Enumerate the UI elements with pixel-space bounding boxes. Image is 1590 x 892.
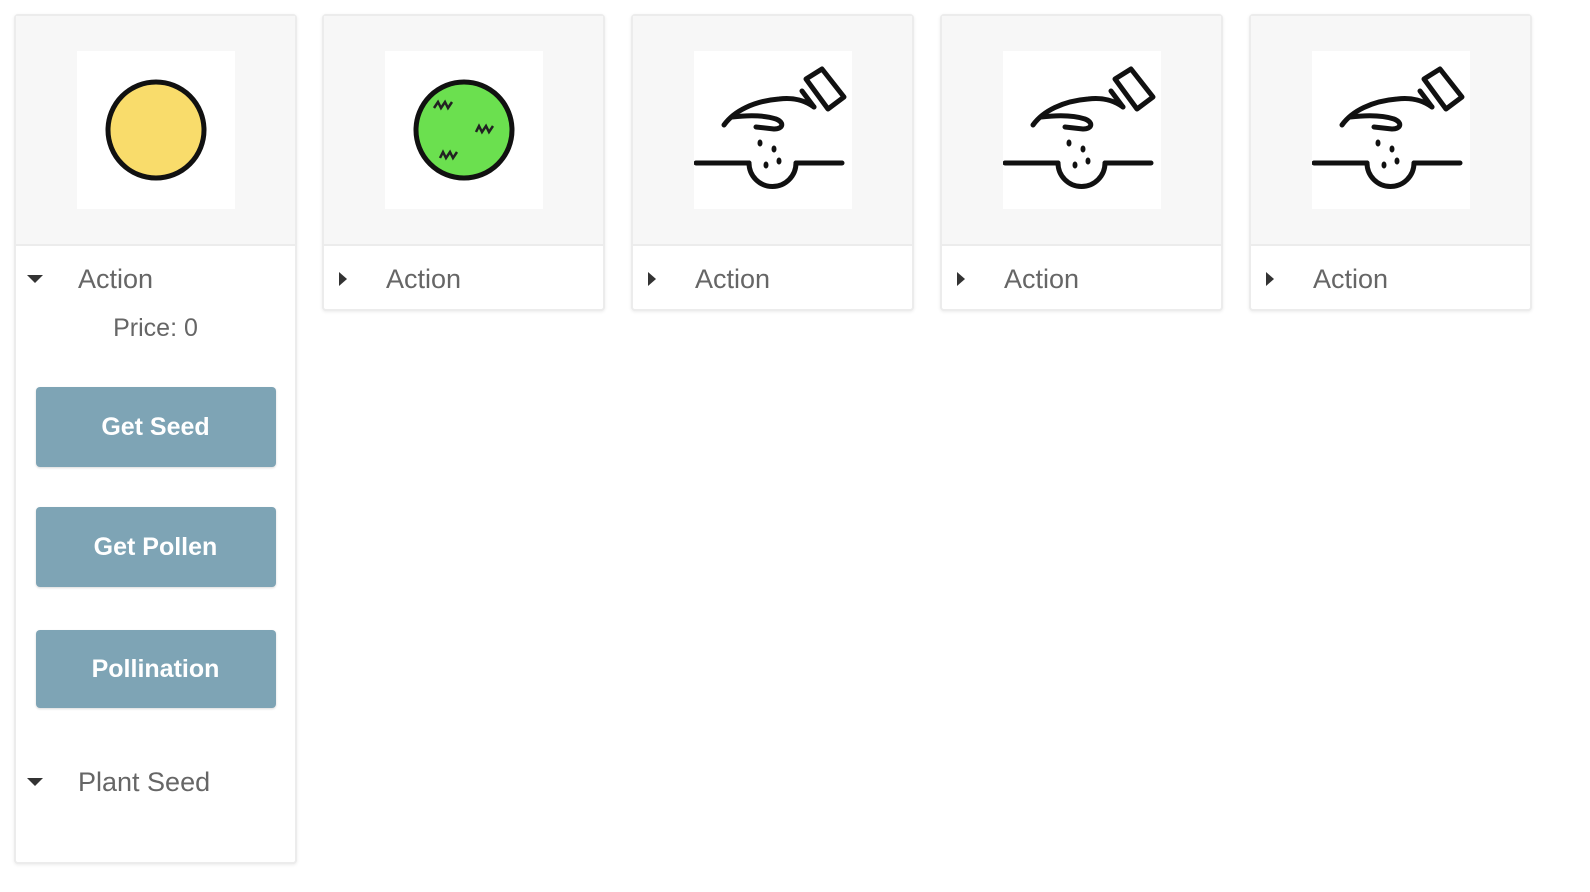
chevron-right-icon (645, 272, 659, 286)
seed-icon (105, 79, 206, 181)
icon-container (384, 51, 543, 209)
pollination-button[interactable]: Pollination (35, 630, 276, 708)
price-text: Price: 0 (113, 314, 198, 342)
get-seed-button[interactable]: Get Seed (35, 387, 276, 467)
icon-container (76, 51, 235, 209)
seed-card: Action Price: 0 Get Seed Get Pollen Poll… (14, 14, 297, 864)
action-summary[interactable]: Action (942, 246, 1221, 312)
card-image (324, 16, 603, 246)
chevron-right-icon (336, 272, 350, 286)
planting-hand-icon (693, 66, 846, 189)
card-image (16, 16, 295, 246)
action-summary[interactable]: Action (324, 246, 603, 312)
action-summary-label: Action (1004, 263, 1080, 294)
action-summary-label: Action (386, 263, 462, 294)
chevron-right-icon (954, 272, 968, 286)
planting-card: Action (1249, 14, 1532, 311)
action-summary-label: Action (78, 263, 154, 294)
planting-hand-icon (1311, 66, 1464, 189)
planting-card: Action (631, 14, 914, 311)
chevron-right-icon (1263, 272, 1277, 286)
action-summary[interactable]: Action (1251, 246, 1530, 312)
card-image (1251, 16, 1530, 246)
planting-card: Action (940, 14, 1223, 311)
chevron-down-icon (27, 775, 43, 789)
icon-container (693, 51, 852, 209)
action-summary[interactable]: Action (633, 246, 912, 312)
icon-container (1002, 51, 1161, 209)
action-summary-label: Action (1313, 263, 1389, 294)
action-summary-label: Action (695, 263, 771, 294)
planting-hand-icon (1002, 66, 1155, 189)
card-image (942, 16, 1221, 246)
action-summary[interactable]: Action (16, 246, 295, 312)
plant-seed-summary[interactable]: Plant Seed (16, 750, 295, 814)
chevron-down-icon (27, 272, 43, 286)
pollen-card: Action (322, 14, 605, 311)
card-image (633, 16, 912, 246)
plant-seed-summary-label: Plant Seed (78, 766, 211, 797)
pollen-icon (413, 79, 514, 181)
icon-container (1311, 51, 1470, 209)
get-pollen-button[interactable]: Get Pollen (35, 507, 276, 587)
